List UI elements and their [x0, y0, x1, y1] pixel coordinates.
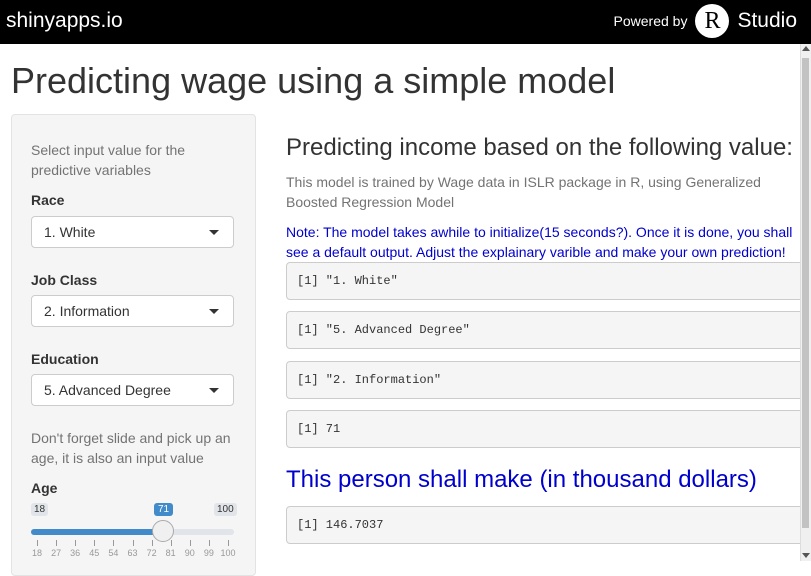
chevron-down-icon: [209, 309, 219, 314]
slider-tick: [151, 540, 153, 546]
page-title: Predicting wage using a simple model: [11, 60, 616, 101]
slider-tick: [208, 540, 210, 546]
slider-tick-label: 45: [89, 548, 100, 558]
brand-link[interactable]: shinyapps.io: [6, 9, 123, 33]
output-jobclass: [1] "2. Information": [286, 361, 806, 399]
slider-tick: [75, 540, 77, 546]
race-value: 1. White: [44, 224, 96, 240]
rstudio-label: Studio: [737, 9, 797, 32]
jobclass-value: 2. Information: [44, 303, 130, 319]
jobclass-label: Job Class: [31, 272, 98, 288]
slider-tick: [37, 540, 38, 546]
main-heading: Predicting income based on the following…: [286, 134, 793, 161]
slider-tick: [170, 540, 172, 546]
education-label: Education: [31, 351, 99, 367]
slider-tick-label: 36: [70, 548, 81, 558]
education-select[interactable]: 5. Advanced Degree: [31, 374, 234, 406]
age-label: Age: [31, 480, 58, 496]
education-value: 5. Advanced Degree: [44, 382, 171, 398]
slider-tick-label: 100: [220, 548, 236, 558]
result-heading: This person shall make (in thousand doll…: [286, 466, 757, 493]
slider-tick: [132, 540, 134, 546]
output-age: [1] 71: [286, 410, 806, 448]
chevron-down-icon: [209, 388, 219, 393]
scrollbar-thumb[interactable]: [802, 58, 809, 528]
age-max-label: 100: [214, 503, 237, 516]
race-select[interactable]: 1. White: [31, 216, 234, 248]
slider-tick: [189, 540, 191, 546]
age-slider-bar: [31, 529, 163, 535]
scroll-down-icon[interactable]: [802, 553, 810, 558]
slider-tick-label: 27: [51, 548, 62, 558]
age-slider-ticks: 18 27 36 45 54 63 72 81 90 99 100: [31, 540, 236, 560]
output-prediction: [1] 146.7037: [286, 506, 806, 544]
model-note: Note: The model takes awhile to initiali…: [286, 224, 793, 260]
top-bar: shinyapps.io Powered by R Studio: [0, 0, 811, 44]
slider-tick-label: 81: [165, 548, 176, 558]
chevron-down-icon: [209, 230, 219, 235]
age-slider-handle[interactable]: [152, 520, 174, 542]
page-scrollbar[interactable]: [800, 44, 811, 561]
slider-tick: [94, 540, 96, 546]
slider-tick-label: 63: [127, 548, 138, 558]
slider-tick: [113, 540, 115, 546]
slider-tick-label: 90: [184, 548, 195, 558]
slider-tick-label: 72: [146, 548, 157, 558]
model-description: This model is trained by Wage data in IS…: [286, 174, 761, 210]
jobclass-select[interactable]: 2. Information: [31, 295, 234, 327]
slider-tick-label: 99: [203, 548, 214, 558]
output-race: [1] "1. White": [286, 262, 806, 300]
sidebar-intro: Select input value for the predictive va…: [31, 142, 186, 178]
r-logo-icon: R: [695, 4, 730, 38]
slider-tick-label: 18: [31, 548, 43, 558]
slider-tick: [228, 540, 229, 546]
output-education: [1] "5. Advanced Degree": [286, 311, 806, 349]
race-label: Race: [31, 192, 65, 208]
slider-tick-label: 54: [108, 548, 119, 558]
slider-note: Don't forget slide and pick up an age, i…: [31, 430, 231, 466]
slider-tick: [56, 540, 58, 546]
age-value-label: 71: [154, 503, 174, 516]
powered-by[interactable]: Powered by R Studio: [614, 3, 797, 39]
age-min-label: 18: [31, 503, 49, 516]
powered-by-label: Powered by: [613, 13, 688, 29]
scroll-up-icon[interactable]: [802, 46, 810, 51]
